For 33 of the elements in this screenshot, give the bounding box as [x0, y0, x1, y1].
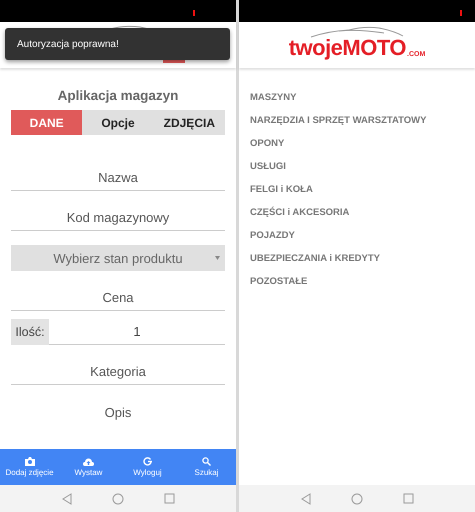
app-title: Aplikacja magazyn: [56, 88, 180, 103]
logo-text: twojeMOTO: [288, 36, 406, 60]
recents-icon[interactable]: [402, 493, 414, 504]
toast-message: Autoryzacja poprawna!: [5, 28, 230, 60]
car-outline-icon: [309, 25, 405, 39]
dropdown-arrow-icon: [215, 256, 220, 260]
nav-button[interactable]: Dodaj zdjęcie: [0, 449, 59, 485]
dropdown[interactable]: Wybierz stan produktu: [11, 245, 225, 271]
nav-button[interactable]: Wyloguj: [118, 449, 177, 485]
menu-item[interactable]: NARZĘDZIA I SPRZĘT WARSZTATOWY: [239, 109, 432, 132]
back-icon[interactable]: [62, 492, 72, 504]
menu-item[interactable]: POJAZDY: [239, 224, 301, 247]
menu-item[interactable]: FELGI i KOŁA: [239, 178, 319, 201]
tab[interactable]: ZDJĘCIA: [154, 110, 225, 135]
back-icon[interactable]: [300, 492, 310, 504]
nav-button[interactable]: Wystaw: [59, 449, 118, 485]
menu-item[interactable]: OPONY: [239, 132, 290, 155]
tab[interactable]: Opcje: [82, 110, 154, 135]
field-label: Ilość:: [11, 319, 49, 345]
menu-item[interactable]: USŁUGI: [239, 155, 292, 178]
recents-icon[interactable]: [164, 493, 174, 504]
home-icon[interactable]: [112, 492, 124, 504]
cloud-upload-icon: [83, 458, 94, 466]
logout-icon: [143, 457, 152, 466]
tab[interactable]: DANE: [11, 110, 82, 135]
camera-icon: [24, 457, 34, 466]
menu-item[interactable]: MASZYNY: [239, 86, 302, 109]
home-icon[interactable]: [350, 492, 362, 504]
menu-item[interactable]: POZOSTAŁE: [239, 270, 314, 293]
search-icon: [202, 457, 211, 466]
nav-button[interactable]: Szukaj: [177, 449, 236, 485]
menu-item[interactable]: CZĘŚCI i AKCESORIA: [239, 201, 356, 224]
menu-item[interactable]: UBEZPIECZANIA i KREDYTY: [239, 247, 386, 270]
